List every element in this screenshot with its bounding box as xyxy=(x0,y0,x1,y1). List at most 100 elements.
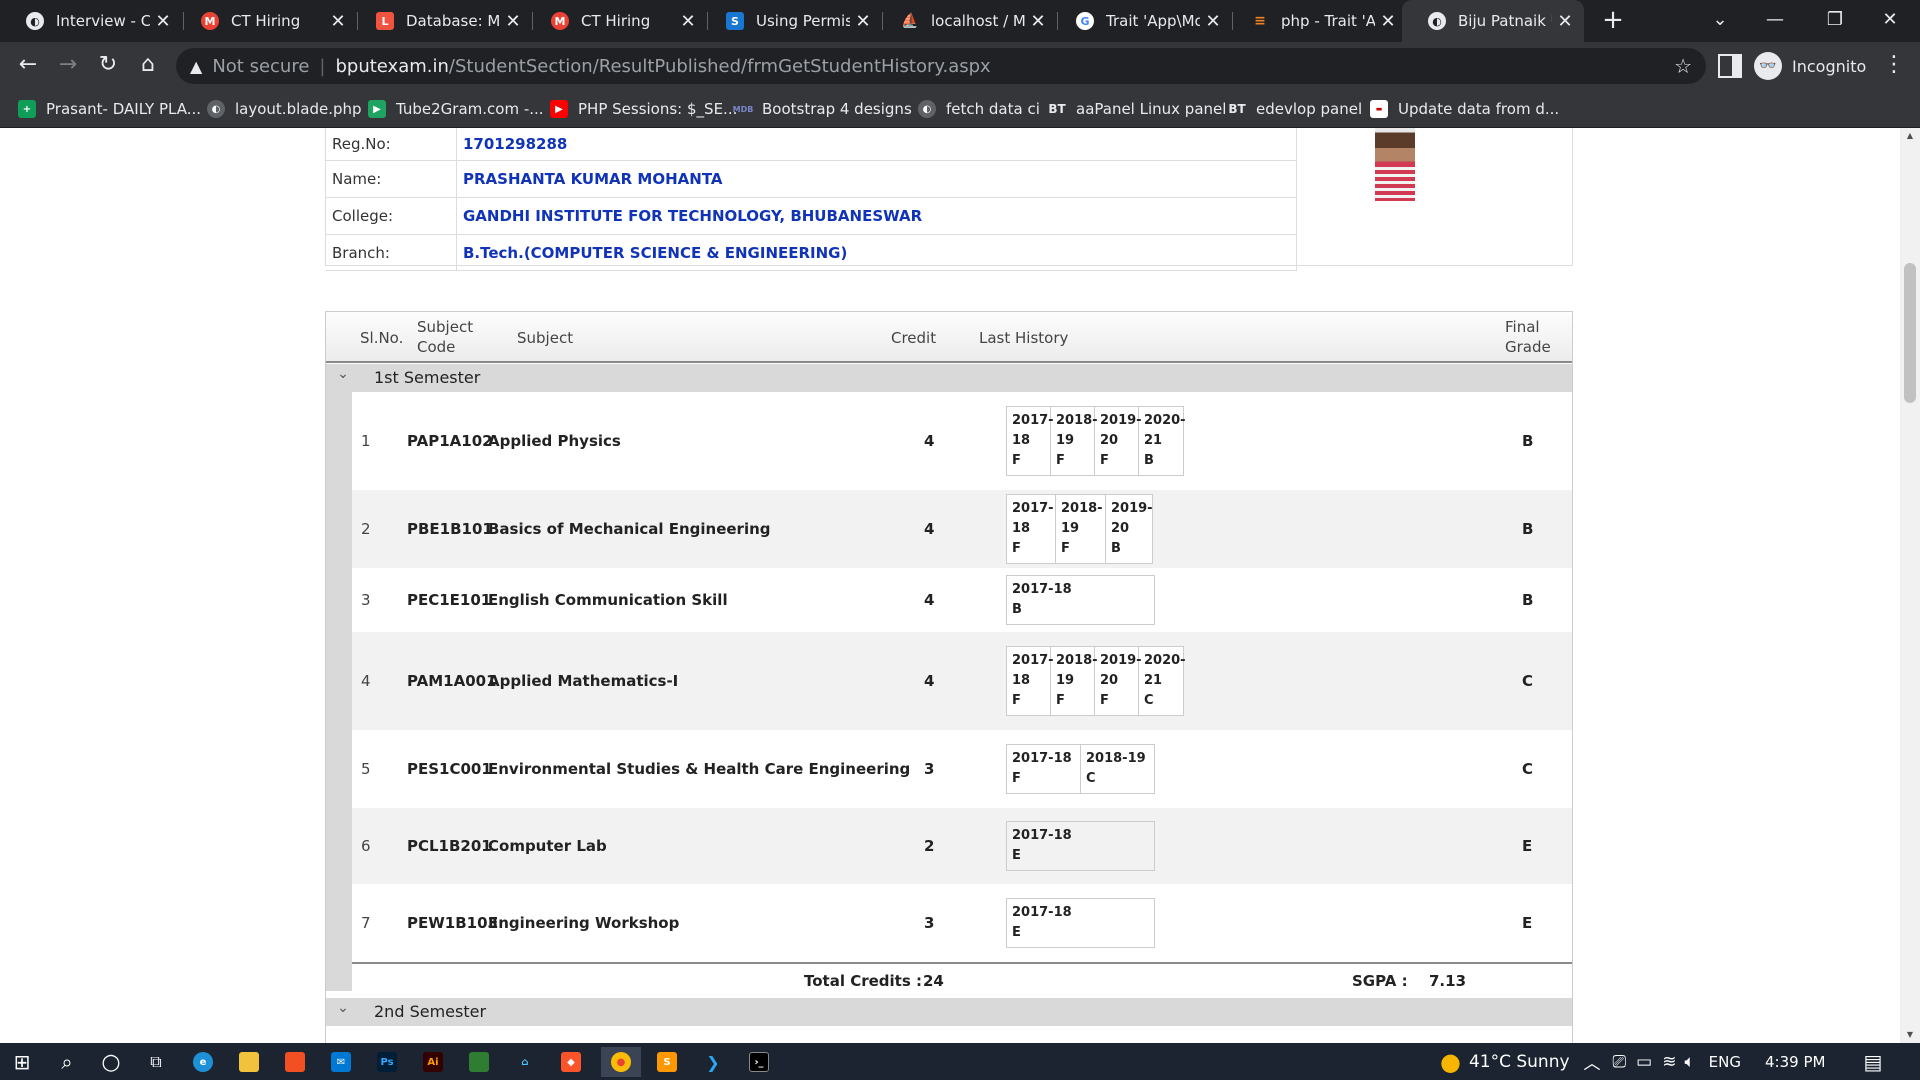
semester-group-2[interactable]: ⌄ 2nd Semester xyxy=(326,998,1572,1026)
language-indicator[interactable]: ENG xyxy=(1709,1053,1741,1071)
incognito-indicator[interactable]: 👓 Incognito xyxy=(1754,48,1866,84)
bookmark-item[interactable]: MDB Bootstrap 4 designs xyxy=(733,90,912,128)
semester-group-1[interactable]: ⌄ 1st Semester xyxy=(326,364,1572,392)
row-credit: 4 xyxy=(924,432,935,450)
clock[interactable]: 4:39 PM xyxy=(1765,1053,1825,1071)
terminal-icon[interactable]: ›_ xyxy=(744,1047,774,1077)
history-table: 2017- 18 F 2018- 19 F 2019- 20 F 2020- 21 C xyxy=(1006,646,1186,716)
close-icon[interactable]: ✕ xyxy=(150,11,176,32)
close-icon[interactable]: ✕ xyxy=(1552,11,1578,32)
brave-icon[interactable]: ◆ xyxy=(556,1047,586,1077)
home-icon[interactable]: ⌂ xyxy=(132,50,164,82)
browser-toolbar: ← → ↻ ⌂ ▲ Not secure | bputexam.in /Stud… xyxy=(0,42,1920,90)
security-status[interactable]: Not secure xyxy=(212,56,309,77)
bookmarks-bar: + Prasant- DAILY PLA... ◐ layout.blade.p… xyxy=(0,90,1920,128)
close-icon[interactable]: ✕ xyxy=(1200,11,1226,32)
bookmark-item[interactable]: ◐ fetch data ci xyxy=(918,90,1040,128)
bookmark-item[interactable]: BT edevlop panel xyxy=(1228,90,1362,128)
tab-title: CT Hiring xyxy=(231,12,301,30)
table-row: 7 PEW1B103 Engineering Workshop 3 2017-1… xyxy=(352,884,1572,962)
table-row: 3 PEC1E101 English Communication Skill 4… xyxy=(352,568,1572,632)
tab-active[interactable]: ◐ Biju Patnaik U ✕ xyxy=(1402,0,1584,42)
chevron-down-icon[interactable]: ⌄ xyxy=(334,366,352,384)
bookmark-label: PHP Sessions: $_SE... xyxy=(578,100,738,118)
bookmark-item[interactable]: ▶ PHP Sessions: $_SE... xyxy=(550,90,737,128)
history-year: 2019- 20 xyxy=(1111,501,1153,536)
illustrator-icon[interactable]: Ai xyxy=(418,1047,448,1077)
scroll-down-icon[interactable]: ▼ xyxy=(1900,1027,1920,1043)
bookmark-item[interactable]: ▶ Tube2Gram.com -... xyxy=(368,90,544,128)
table-row: 4 PAM1A001 Applied Mathematics-I 4 2017-… xyxy=(352,632,1572,730)
edge-icon[interactable]: e xyxy=(188,1047,218,1077)
close-icon[interactable]: ✕ xyxy=(850,11,876,32)
network-app-icon[interactable]: ⌂ xyxy=(510,1047,540,1077)
tab[interactable]: G Trait 'App\Mo ✕ xyxy=(1050,0,1232,42)
history-cell: 2018- 19 F xyxy=(1051,647,1098,715)
history-year: 2018- 19 xyxy=(1056,653,1098,688)
scroll-up-icon[interactable]: ▲ xyxy=(1900,128,1920,144)
close-icon[interactable]: ✕ xyxy=(1375,11,1401,32)
search-icon[interactable]: ⌕ xyxy=(52,1047,82,1077)
tab[interactable]: L Database: Mig ✕ xyxy=(350,0,532,42)
page-scrollbar[interactable]: ▲ ▼ xyxy=(1900,128,1920,1043)
notifications-icon[interactable]: ▤ xyxy=(1863,1050,1882,1074)
history-grade: F xyxy=(1012,541,1021,556)
back-icon[interactable]: ← xyxy=(12,50,44,82)
sticky-icon[interactable] xyxy=(464,1047,494,1077)
mail-icon[interactable]: ✉ xyxy=(326,1047,356,1077)
close-icon[interactable]: ✕ xyxy=(675,11,701,32)
task-view-icon[interactable]: ⧉ xyxy=(141,1047,171,1077)
file-explorer-icon[interactable] xyxy=(234,1047,264,1077)
history-grade: F xyxy=(1056,453,1065,468)
chevron-up-icon[interactable]: ︿ xyxy=(1584,1049,1601,1074)
wifi-icon[interactable]: ≋ xyxy=(1662,1052,1676,1072)
reload-icon[interactable]: ↻ xyxy=(92,50,124,82)
battery-icon[interactable]: ▭ xyxy=(1636,1052,1652,1072)
scrollbar-thumb[interactable] xyxy=(1904,263,1916,403)
row-slno: 1 xyxy=(361,432,371,450)
meet-icon[interactable]: ⎚ xyxy=(1613,1052,1627,1072)
restore-button[interactable]: ❐ xyxy=(1805,0,1865,42)
address-bar[interactable]: ▲ Not secure | bputexam.in /StudentSecti… xyxy=(176,48,1706,84)
tab[interactable]: M CT Hiring ✕ xyxy=(525,0,707,42)
volume-icon[interactable]: 🔈︎ xyxy=(1684,1052,1694,1072)
forward-icon[interactable]: → xyxy=(52,50,84,82)
side-panel-icon[interactable] xyxy=(1718,54,1742,78)
tab[interactable]: M CT Hiring ✕ xyxy=(175,0,357,42)
table-row: 5 PES1C001 Environmental Studies & Healt… xyxy=(352,730,1572,808)
tab[interactable]: ≡ php - Trait 'Ap ✕ xyxy=(1225,0,1407,42)
sun-icon: ● xyxy=(1440,1047,1461,1076)
bookmark-item[interactable]: BT aaPanel Linux panel xyxy=(1048,90,1226,128)
weather-text[interactable]: 41°C Sunny xyxy=(1469,1052,1570,1072)
close-icon[interactable]: ✕ xyxy=(325,11,351,32)
chrome-icon[interactable]: ● xyxy=(601,1047,641,1077)
store-icon[interactable] xyxy=(280,1047,310,1077)
photoshop-icon[interactable]: Ps xyxy=(372,1047,402,1077)
history-table: 2017- 18 F 2018- 19 F 2019- 20 F 2020- 21 B xyxy=(1006,406,1186,476)
incognito-icon: 👓 xyxy=(1754,52,1782,80)
menu-icon[interactable]: ⋮ xyxy=(1882,50,1906,82)
tab[interactable]: ⛵ localhost / My ✕ xyxy=(875,0,1057,42)
sublime-icon[interactable]: S xyxy=(652,1047,682,1077)
tab-search-icon[interactable]: ⌄ xyxy=(1690,0,1750,42)
tab[interactable]: S Using Permiss ✕ xyxy=(700,0,882,42)
tab[interactable]: ◐ Interview - CT ✕ xyxy=(0,0,182,42)
bookmark-star-icon[interactable]: ☆ xyxy=(1674,54,1692,78)
system-tray: ● 41°C Sunny ︿ ⎚ ▭ ≋ 🔈︎ ENG 4:39 PM ▤ xyxy=(1440,1043,1882,1080)
windows-start-icon[interactable]: ⊞ xyxy=(7,1047,37,1077)
cortana-icon[interactable]: ○ xyxy=(96,1047,126,1077)
vscode-icon[interactable]: ❯ xyxy=(698,1047,728,1077)
close-icon[interactable]: ✕ xyxy=(500,11,526,32)
new-tab-button[interactable]: + xyxy=(1598,6,1628,36)
name-value: PRASHANTA KUMAR MOHANTA xyxy=(463,170,723,188)
close-icon[interactable]: ✕ xyxy=(1025,11,1051,32)
minimize-button[interactable]: — xyxy=(1745,0,1805,42)
bookmark-item[interactable]: ◐ layout.blade.php xyxy=(207,90,362,128)
close-window-button[interactable]: ✕ xyxy=(1860,0,1920,42)
bookmark-item[interactable]: + Prasant- DAILY PLA... xyxy=(18,90,201,128)
row-subject-code: PEW1B103 xyxy=(407,914,498,932)
table-row: 6 PCL1B201 Computer Lab 2 2017-18 E E xyxy=(352,808,1572,884)
chevron-down-icon[interactable]: ⌄ xyxy=(334,1000,352,1018)
college-value: GANDHI INSTITUTE FOR TECHNOLOGY, BHUBANE… xyxy=(463,207,923,225)
bookmark-item[interactable]: ▬ Update data from d... xyxy=(1370,90,1559,128)
